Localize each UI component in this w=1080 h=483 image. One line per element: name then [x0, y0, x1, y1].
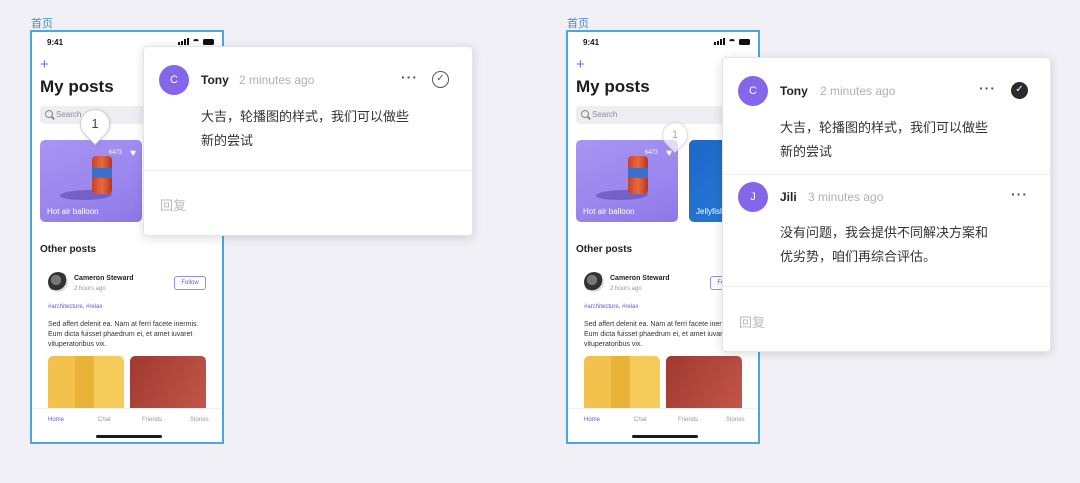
resolved-check-icon[interactable]: ✓	[1011, 82, 1028, 99]
status-time: 9:41	[47, 38, 64, 47]
comment-time: 3 minutes ago	[808, 190, 884, 204]
like-count: 6473	[108, 150, 122, 156]
search-placeholder: Search	[56, 110, 82, 119]
pin-number: 1	[91, 116, 99, 131]
reply-input[interactable]: 回复	[160, 195, 186, 214]
divider	[723, 286, 1050, 287]
like-count: 6473	[644, 150, 658, 156]
tab-stories[interactable]: Stories	[726, 417, 745, 423]
tab-chat[interactable]: Chat	[634, 417, 647, 423]
signal-icon	[178, 38, 189, 45]
tab-friends[interactable]: Friends	[678, 417, 698, 423]
post-tags[interactable]: #architecture, #relax	[584, 304, 638, 310]
page-title: My posts	[40, 77, 114, 96]
resolve-check-icon[interactable]: ✓	[432, 71, 449, 88]
avatar: J	[738, 182, 768, 212]
frame-label: 首页	[567, 18, 589, 30]
tab-bar: Home Chat Friends Stories	[568, 408, 758, 442]
search-icon	[581, 110, 589, 118]
more-icon[interactable]: ···	[979, 80, 996, 96]
avatar[interactable]	[584, 272, 604, 292]
comment-panel: C Tony 2 minutes ago ··· ✓ 大吉，轮播图的样式，我们可…	[722, 57, 1051, 352]
post-card-hot-air-balloon[interactable]: 6473 ♥ Hot air balloon	[40, 140, 142, 222]
home-indicator	[632, 435, 698, 438]
post-image-yellow[interactable]	[48, 356, 124, 412]
search-placeholder: Search	[592, 110, 618, 119]
follow-button[interactable]: Follow	[174, 276, 206, 290]
comment-text-line: 新的尝试	[201, 133, 254, 148]
avatar[interactable]	[48, 272, 68, 292]
post-time: 2 hours ago	[610, 286, 642, 292]
more-icon[interactable]: ···	[401, 69, 418, 85]
comment-time: 2 minutes ago	[820, 84, 896, 98]
tab-friends[interactable]: Friends	[142, 417, 162, 423]
comment-panel: C Tony 2 minutes ago ··· ✓ 大吉，轮播图的样式，我们可…	[143, 46, 473, 236]
status-bar: 9:41	[568, 32, 758, 52]
commenter-name: Jili	[780, 190, 797, 204]
card-caption: Hot air balloon	[583, 207, 635, 216]
wifi-icon	[728, 38, 736, 45]
section-title: Other posts	[576, 244, 633, 255]
tab-chat[interactable]: Chat	[98, 417, 111, 423]
post-card-hot-air-balloon[interactable]: 6473 ♥ Hot air balloon	[576, 140, 678, 222]
status-icons	[714, 38, 750, 45]
post-time: 2 hours ago	[74, 286, 106, 292]
tab-bar: Home Chat Friends Stories	[32, 408, 222, 442]
heart-icon[interactable]: ♥	[130, 148, 136, 159]
tab-home[interactable]: Home	[584, 417, 600, 423]
add-post-button[interactable]: +	[576, 56, 585, 73]
card-image-can	[628, 156, 648, 194]
page-title: My posts	[576, 77, 650, 96]
commenter-name: Tony	[201, 73, 229, 87]
comment-time: 2 minutes ago	[239, 73, 315, 87]
divider	[723, 174, 1050, 175]
add-post-button[interactable]: +	[40, 56, 49, 73]
comment-text-line: 没有问题，我会提供不同解决方案和	[780, 225, 989, 240]
post-image-red[interactable]	[666, 356, 742, 412]
post-body: Sed affert delenit ea. Nam at ferri face…	[48, 321, 199, 348]
post-image-red[interactable]	[130, 356, 206, 412]
pin-number: 1	[671, 129, 679, 141]
avatar: C	[738, 76, 768, 106]
card-caption: Hot air balloon	[47, 207, 99, 216]
card-image-can	[92, 156, 112, 194]
comment-text-line: 大吉，轮播图的样式，我们可以做些	[201, 109, 410, 124]
avatar: C	[159, 65, 189, 95]
post-image-yellow[interactable]	[584, 356, 660, 412]
signal-icon	[714, 38, 725, 45]
reply-input[interactable]: 回复	[739, 312, 765, 331]
battery-icon	[203, 38, 214, 45]
wifi-icon	[192, 38, 200, 45]
search-icon	[45, 110, 53, 118]
home-indicator	[96, 435, 162, 438]
frame-label: 首页	[31, 18, 53, 30]
divider	[144, 170, 472, 171]
author-name[interactable]: Cameron Steward	[74, 275, 134, 282]
section-title: Other posts	[40, 244, 97, 255]
battery-icon	[739, 38, 750, 45]
author-name[interactable]: Cameron Steward	[610, 275, 670, 282]
comment-text-line: 优劣势，咱们再综合评估。	[780, 249, 937, 264]
comment-text-line: 新的尝试	[780, 144, 833, 159]
commenter-name: Tony	[780, 84, 808, 98]
tab-home[interactable]: Home	[48, 417, 64, 423]
tab-stories[interactable]: Stories	[190, 417, 209, 423]
status-time: 9:41	[583, 38, 600, 47]
status-icons	[178, 38, 214, 45]
card-caption: Jellyfish	[696, 207, 725, 216]
comment-text-line: 大吉，轮播图的样式，我们可以做些	[780, 120, 989, 135]
post-tags[interactable]: #architecture, #relax	[48, 304, 102, 310]
more-icon[interactable]: ···	[1011, 186, 1028, 202]
